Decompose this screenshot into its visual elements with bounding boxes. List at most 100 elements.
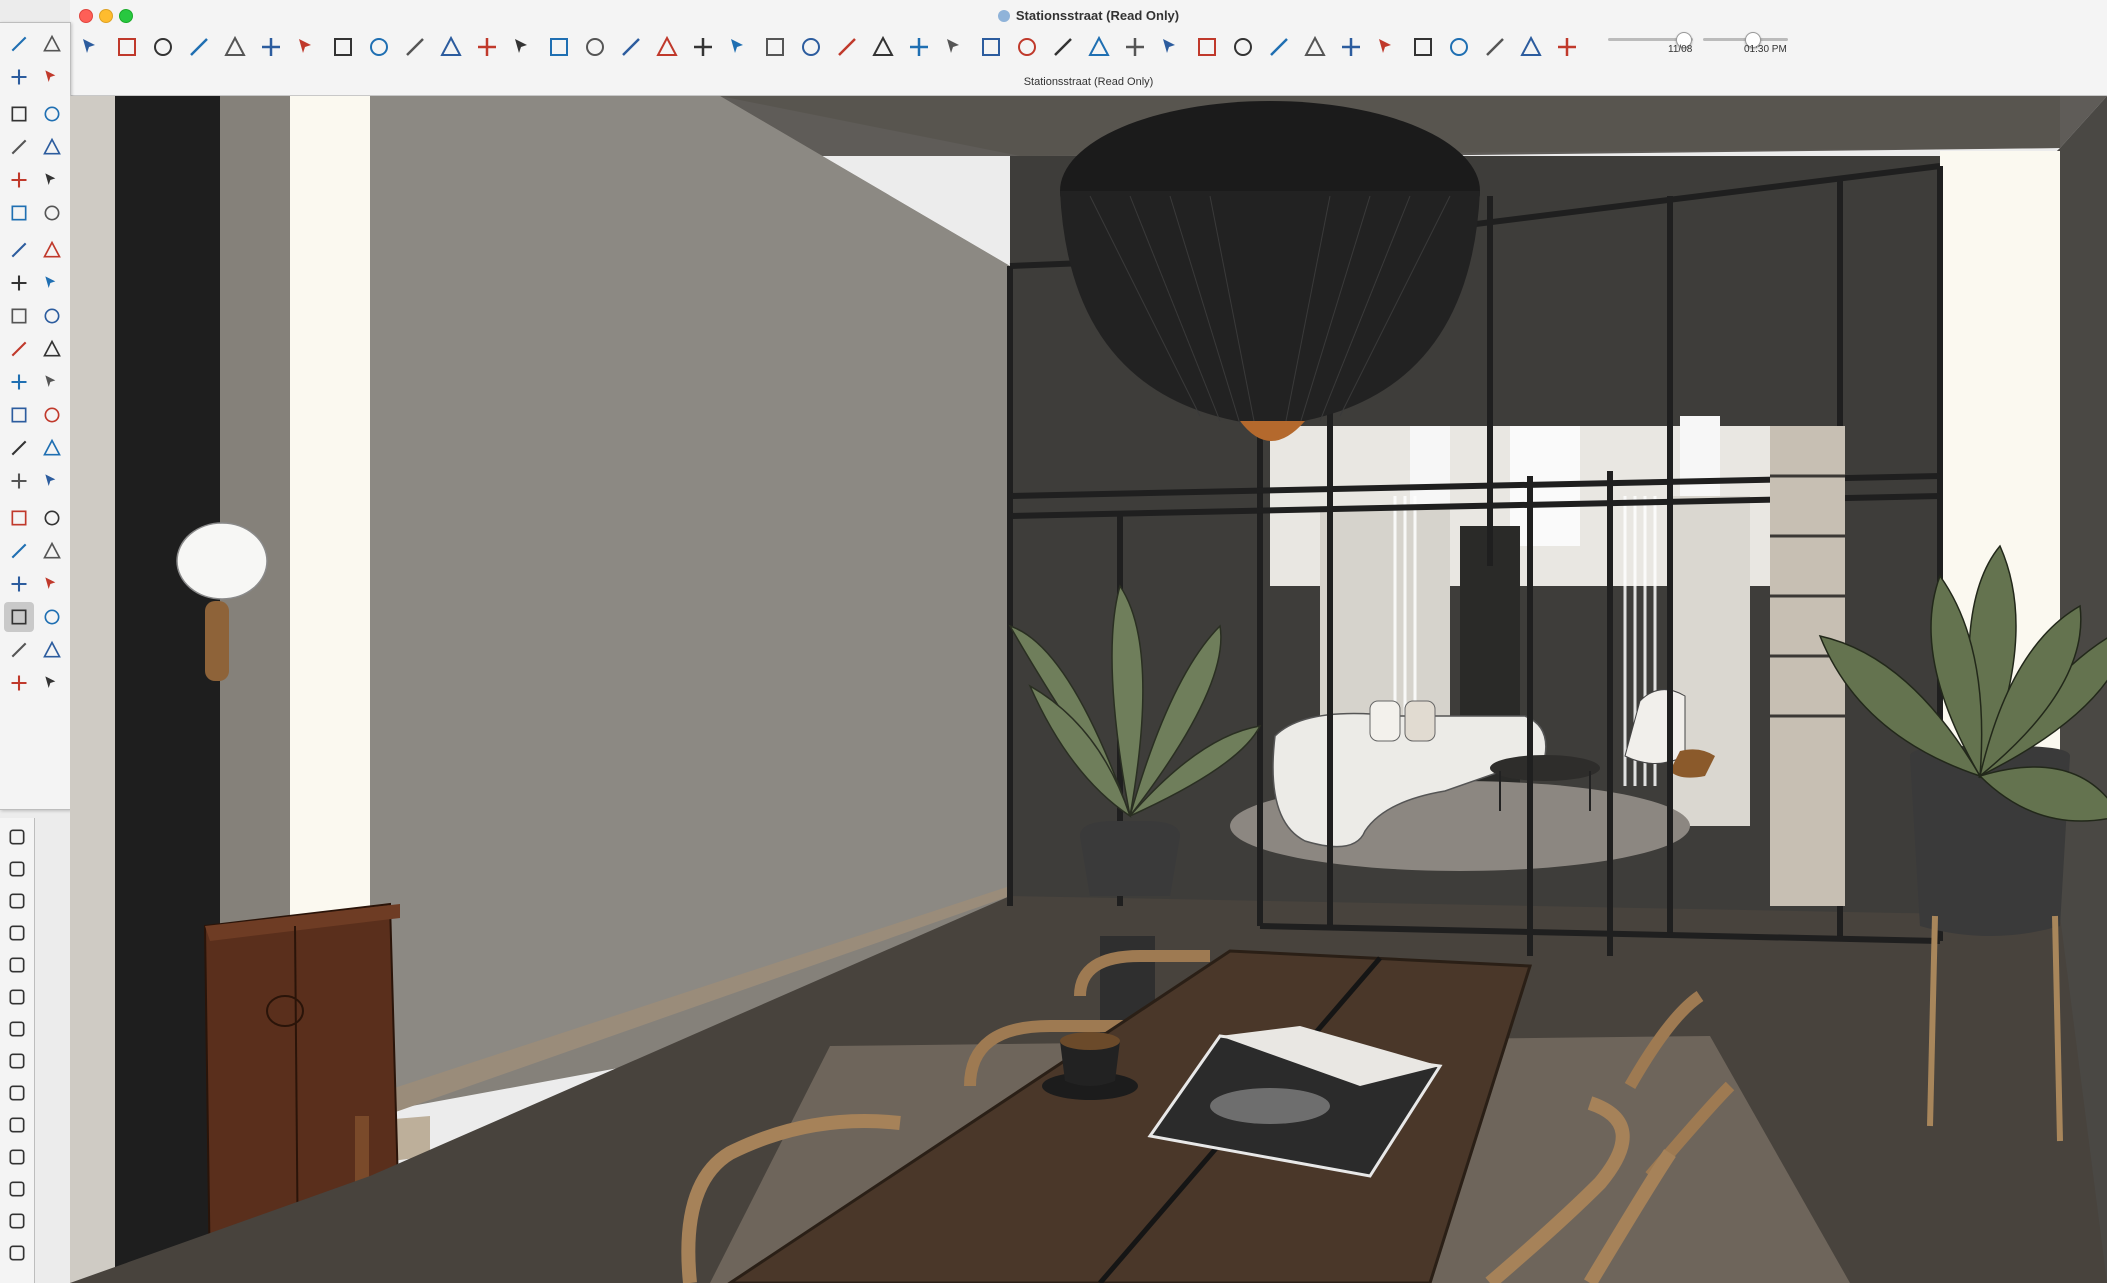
pencil-icon[interactable] [4,132,34,162]
move-icon[interactable] [4,301,34,331]
offset-icon[interactable] [37,334,67,364]
sandbox-2-icon[interactable] [37,635,67,665]
front-icon[interactable] [1084,30,1114,64]
tool-palette [0,22,71,810]
section-plane-icon[interactable] [37,602,67,632]
push-pull-icon[interactable] [4,268,34,298]
previous-icon[interactable] [37,536,67,566]
style-5-icon[interactable] [1444,30,1474,64]
tape-icon[interactable] [37,99,67,129]
position-camera-icon[interactable] [4,569,34,599]
flip-icon[interactable] [688,30,718,64]
material-icon[interactable] [1552,30,1582,64]
style-3-icon[interactable] [1372,30,1402,64]
search-icon[interactable] [76,30,106,64]
move-icon[interactable] [436,30,466,64]
pie-icon[interactable] [37,235,67,265]
polygon-icon[interactable] [292,30,322,64]
soften-icon[interactable] [4,1080,30,1106]
rotate-icon[interactable] [37,301,67,331]
date-slider[interactable] [1608,32,1693,48]
style-6-icon[interactable] [1480,30,1510,64]
model-viewport[interactable] [70,96,2107,1283]
scale-icon[interactable] [4,334,34,364]
protractor-icon[interactable] [4,400,34,430]
scenes-icon[interactable] [4,888,30,914]
3d-text-icon[interactable] [37,433,67,463]
tag-icon[interactable] [4,99,34,129]
styles-icon[interactable] [4,920,30,946]
layers-2-icon[interactable] [37,668,67,698]
look-around-icon[interactable] [4,602,34,632]
rotated-rectangle-icon[interactable] [37,165,67,195]
bottom-icon[interactable] [1264,30,1294,64]
freehand-icon[interactable] [37,132,67,162]
paint-icon[interactable] [652,30,682,64]
style-7-icon[interactable] [1516,30,1546,64]
tape-measure-icon[interactable] [4,367,34,397]
circle-icon[interactable] [4,198,34,228]
lasso-icon[interactable] [37,29,67,59]
outliner-icon[interactable] [4,984,30,1010]
select-icon[interactable] [4,29,34,59]
scale-icon[interactable] [508,30,538,64]
time-slider[interactable] [1703,32,1788,48]
fog-icon[interactable] [4,1112,30,1138]
top-icon[interactable] [1120,30,1150,64]
extension-warehouse-icon[interactable] [4,1144,30,1170]
polygon-icon[interactable] [37,198,67,228]
text-icon[interactable] [616,30,646,64]
shadows-icon[interactable] [4,1048,30,1074]
zoom-icon[interactable] [4,503,34,533]
back-icon[interactable] [1192,30,1222,64]
push-pull-icon[interactable] [364,30,394,64]
eraser-icon[interactable] [37,62,67,92]
style-4-icon[interactable] [1408,30,1438,64]
orbit-icon[interactable] [4,466,34,496]
arc-icon[interactable] [4,235,34,265]
shadow-icon[interactable] [1012,30,1042,64]
rectangle-icon[interactable] [4,165,34,195]
eraser-icon[interactable] [220,30,250,64]
walk-icon[interactable] [37,569,67,599]
left-icon[interactable] [1228,30,1258,64]
rectangle-icon[interactable] [328,30,358,64]
follow-me-icon[interactable] [37,268,67,298]
dimension-icon[interactable] [37,367,67,397]
zoom-extents-icon[interactable] [832,30,862,64]
style-1-icon[interactable] [1300,30,1330,64]
instructor-icon[interactable] [4,1176,30,1202]
zoom-extents-icon[interactable] [4,536,34,566]
iso-icon[interactable] [1048,30,1078,64]
pan-icon[interactable] [37,466,67,496]
zoom-window-icon[interactable] [37,503,67,533]
tags-icon[interactable] [4,1016,30,1042]
follow-me-icon[interactable] [400,30,430,64]
entity-info-icon[interactable] [4,952,30,978]
select-icon[interactable] [112,30,142,64]
undo-icon[interactable] [148,30,178,64]
layers-2-icon[interactable] [976,30,1006,64]
rotate-icon[interactable] [472,30,502,64]
account-icon[interactable] [4,1240,30,1266]
layers-icon[interactable] [940,30,970,64]
style-2-icon[interactable] [1336,30,1366,64]
right-icon[interactable] [1156,30,1186,64]
layers-icon[interactable] [4,668,34,698]
sandbox-icon[interactable] [4,635,34,665]
material-icon[interactable] [4,856,30,882]
protractor-icon[interactable] [544,30,574,64]
sandbox-1-icon[interactable] [868,30,898,64]
pan-icon[interactable] [760,30,790,64]
paint-icon[interactable] [4,62,34,92]
position-camera-icon[interactable] [580,30,610,64]
sandbox-2-icon[interactable] [904,30,934,64]
component-icon[interactable] [4,824,30,850]
pencil-icon[interactable] [256,30,286,64]
redo-icon[interactable] [184,30,214,64]
axes-icon[interactable] [4,433,34,463]
cart-icon[interactable] [4,1208,30,1234]
zoom-icon[interactable] [796,30,826,64]
orbit-icon[interactable] [724,30,754,64]
text-icon[interactable] [37,400,67,430]
